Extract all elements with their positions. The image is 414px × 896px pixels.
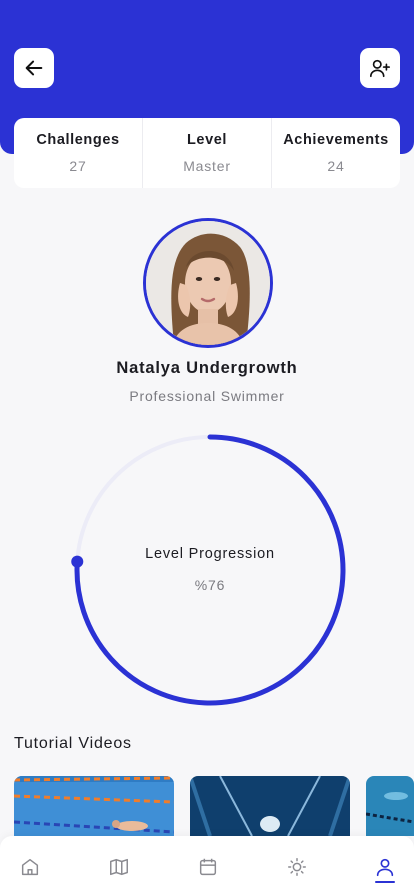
tutorial-video-thumbnail[interactable] (14, 776, 174, 836)
stat-label: Challenges (36, 132, 120, 148)
profile-role: Professional Swimmer (129, 388, 285, 404)
stat-value: Master (183, 158, 231, 174)
video-thumbnail-image (366, 776, 414, 836)
bottom-navigation (0, 836, 414, 896)
profile-name: Natalya Undergrowth (116, 359, 298, 377)
nav-calendar[interactable] (197, 856, 219, 878)
level-progression-ring: Level Progression %76 (68, 428, 352, 712)
nav-profile[interactable] (374, 856, 396, 878)
back-button[interactable] (14, 48, 54, 88)
video-thumbnail-image (14, 776, 174, 836)
active-tab-indicator (375, 881, 395, 883)
avatar-photo (146, 221, 270, 345)
map-icon (110, 858, 128, 876)
video-thumbnail-image (190, 776, 350, 836)
tutorial-videos-title: Tutorial Videos (14, 735, 132, 752)
arrow-left-icon (25, 60, 43, 76)
stat-label: Level (186, 132, 228, 148)
nav-map[interactable] (108, 856, 130, 878)
progress-value: %76 (194, 577, 226, 593)
sun-icon (288, 858, 306, 876)
stat-level[interactable]: Level Master (142, 118, 271, 188)
profile-icon (376, 858, 394, 877)
stats-card: Challenges 27 Level Master Achievements … (14, 118, 400, 188)
stat-value: 27 (69, 158, 87, 174)
calendar-icon (199, 858, 217, 876)
stat-challenges[interactable]: Challenges 27 (14, 118, 142, 188)
home-icon (21, 858, 39, 876)
stat-label: Achievements (283, 132, 389, 148)
tutorial-video-thumbnail[interactable] (190, 776, 350, 836)
nav-home[interactable] (19, 856, 41, 878)
add-friend-button[interactable] (360, 48, 400, 88)
progress-label: Level Progression (145, 546, 275, 562)
stat-value: 24 (327, 158, 345, 174)
stat-achievements[interactable]: Achievements 24 (271, 118, 400, 188)
nav-weather[interactable] (286, 856, 308, 878)
user-plus-icon (370, 59, 390, 78)
tutorial-video-thumbnail[interactable] (366, 776, 414, 836)
avatar[interactable] (143, 218, 273, 348)
